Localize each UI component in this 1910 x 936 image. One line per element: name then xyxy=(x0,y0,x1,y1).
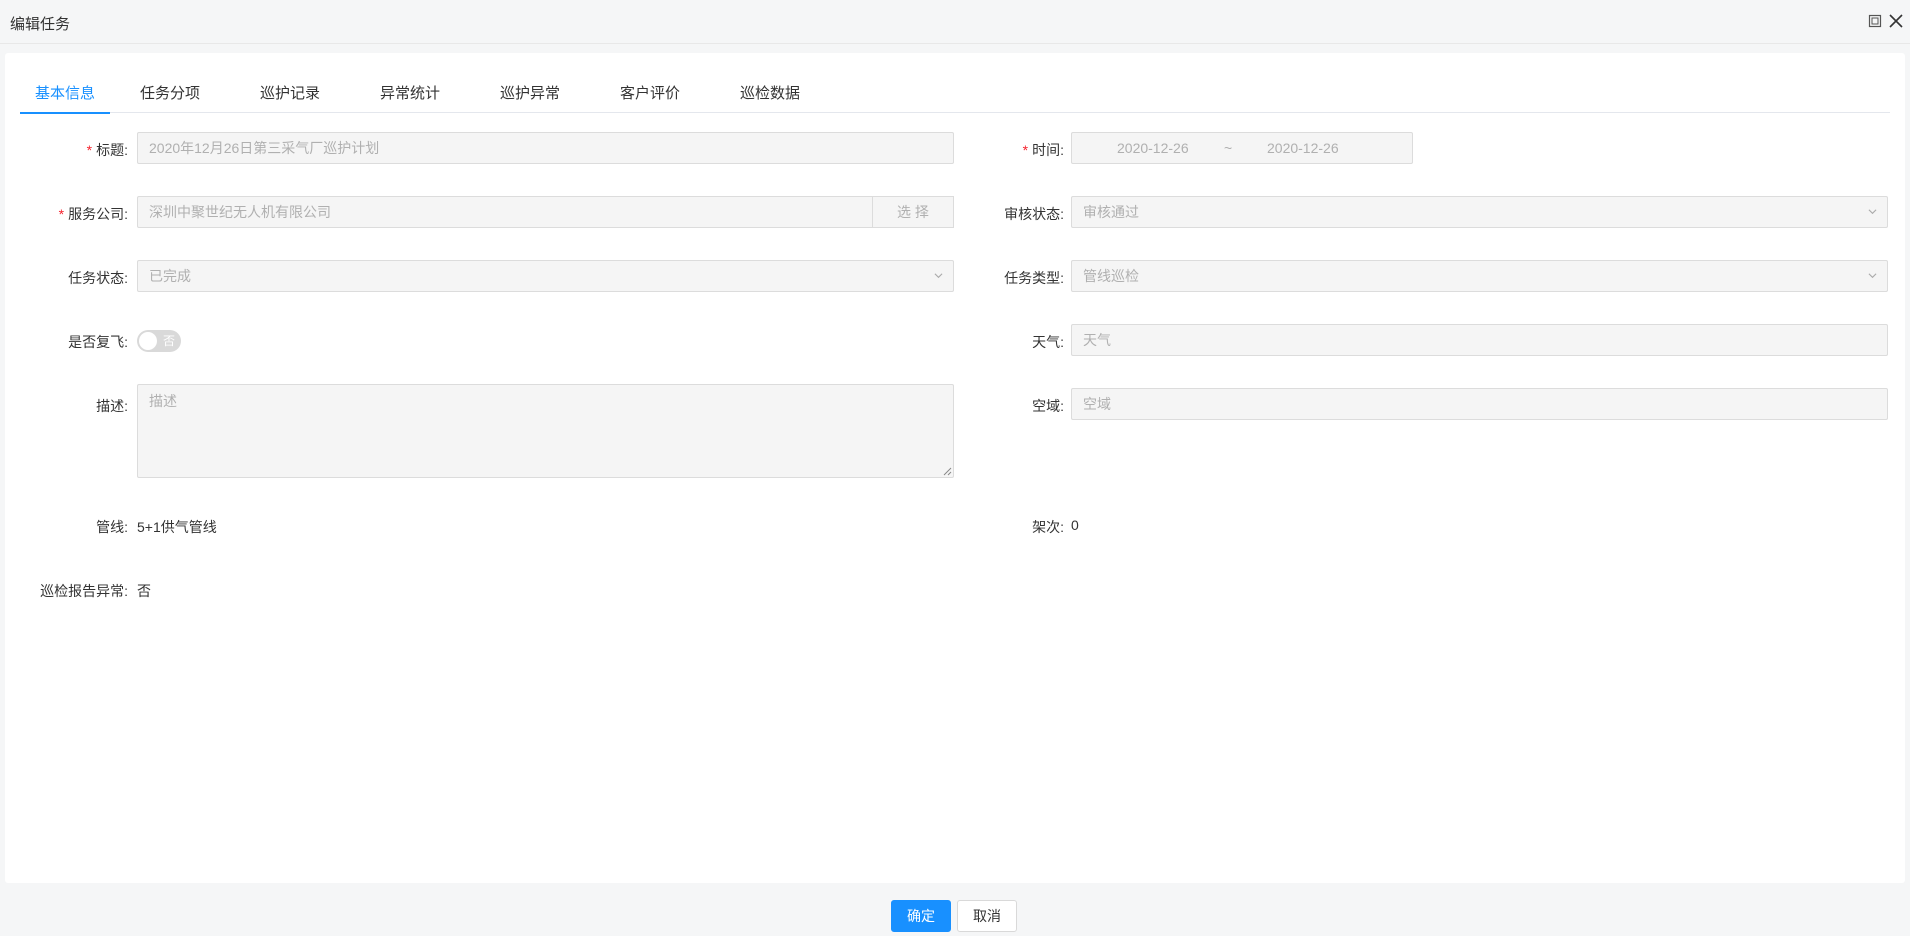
chevron-down-icon xyxy=(1868,209,1877,215)
report-anomaly-value: 否 xyxy=(137,583,151,599)
company-select-button[interactable]: 选 择 xyxy=(872,196,954,228)
airspace-label: 空域: xyxy=(1032,398,1064,414)
resize-handle-icon[interactable] xyxy=(942,466,952,476)
tab-bar: 基本信息 任务分项 巡护记录 异常统计 巡护异常 客户评价 巡检数据 xyxy=(20,75,1890,114)
title-label: * 标题: xyxy=(86,142,128,158)
toggle-knob xyxy=(139,332,157,350)
sorties-label: 架次: xyxy=(1032,519,1064,535)
time-range-picker[interactable]: 2020-12-26 ~ 2020-12-26 xyxy=(1071,132,1413,164)
task-status-select[interactable]: 已完成 xyxy=(137,260,954,292)
task-status-label: 任务状态: xyxy=(68,270,128,286)
tab-task-items[interactable]: 任务分项 xyxy=(110,75,230,113)
maximize-icon[interactable] xyxy=(1868,14,1882,28)
airspace-input[interactable]: 空域 xyxy=(1071,388,1888,420)
desc-label: 描述: xyxy=(96,398,128,414)
window-controls xyxy=(1868,13,1904,29)
tab-anomaly-stats[interactable]: 异常统计 xyxy=(350,75,470,113)
time-separator: ~ xyxy=(1224,140,1233,156)
audit-status-value: 审核通过 xyxy=(1083,204,1139,220)
cancel-button[interactable]: 取消 xyxy=(957,900,1017,932)
pipeline-label: 管线: xyxy=(96,519,128,535)
tab-customer-review[interactable]: 客户评价 xyxy=(590,75,710,113)
sorties-value: 0 xyxy=(1071,517,1079,533)
task-type-value: 管线巡检 xyxy=(1083,268,1139,284)
time-start: 2020-12-26 xyxy=(1117,140,1189,156)
weather-input[interactable]: 天气 xyxy=(1071,324,1888,356)
task-status-value: 已完成 xyxy=(149,268,191,284)
close-icon[interactable] xyxy=(1888,13,1904,29)
tab-patrol-records[interactable]: 巡护记录 xyxy=(230,75,350,113)
chevron-down-icon xyxy=(1868,273,1877,279)
audit-label: 审核状态: xyxy=(1004,206,1064,222)
tab-patrol-anomaly[interactable]: 巡护异常 xyxy=(470,75,590,113)
refly-label: 是否复飞: xyxy=(68,334,128,350)
refly-toggle[interactable]: 否 xyxy=(137,330,181,352)
desc-textarea[interactable]: 描述 xyxy=(137,384,954,478)
tab-inspection-data[interactable]: 巡检数据 xyxy=(710,75,830,113)
task-type-label: 任务类型: xyxy=(1004,270,1064,286)
toggle-text: 否 xyxy=(162,334,175,348)
time-end: 2020-12-26 xyxy=(1267,140,1339,156)
report-anomaly-label: 巡检报告异常: xyxy=(40,583,128,599)
weather-label: 天气: xyxy=(1032,334,1064,350)
company-input[interactable]: 深圳中聚世纪无人机有限公司 xyxy=(137,196,873,228)
tab-basic-info[interactable]: 基本信息 xyxy=(20,75,110,114)
audit-status-select[interactable]: 审核通过 xyxy=(1071,196,1888,228)
dialog-title: 编辑任务 xyxy=(10,16,71,33)
dialog-titlebar: 编辑任务 xyxy=(0,0,1910,44)
pipeline-value: 5+1供气管线 xyxy=(137,519,217,535)
time-label: * 时间: xyxy=(1022,142,1064,158)
company-label: * 服务公司: xyxy=(58,206,128,222)
task-type-select[interactable]: 管线巡检 xyxy=(1071,260,1888,292)
confirm-button[interactable]: 确定 xyxy=(891,900,951,932)
chevron-down-icon xyxy=(934,273,943,279)
title-input[interactable]: 2020年12月26日第三采气厂巡护计划 xyxy=(137,132,954,164)
